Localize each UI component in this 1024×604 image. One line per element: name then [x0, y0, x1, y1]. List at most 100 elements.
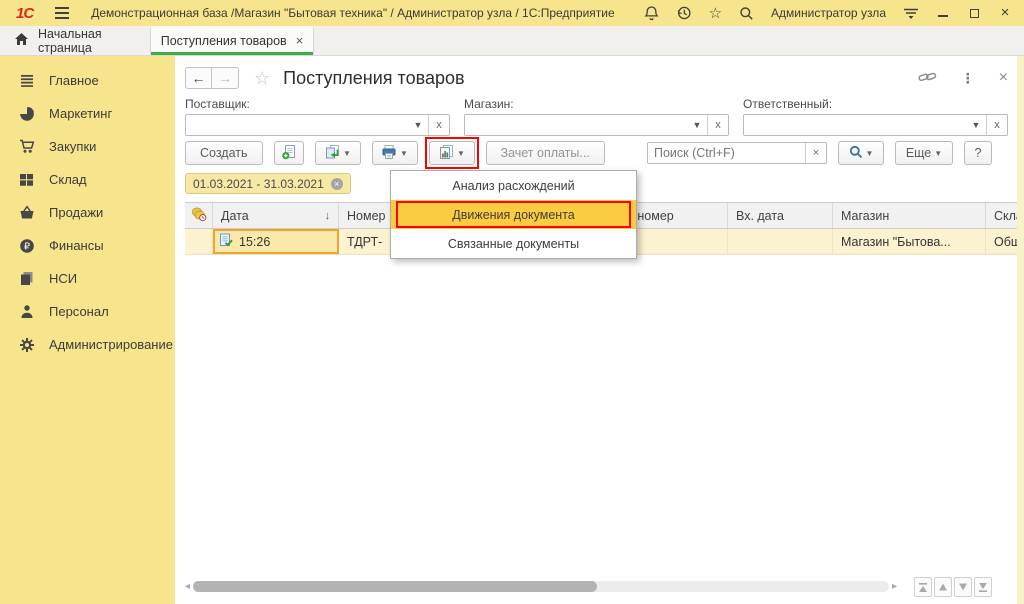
document-reports-button[interactable]: ▼ [429, 141, 475, 165]
store-filter-input[interactable] [465, 115, 687, 135]
tab-close-icon[interactable]: × [296, 33, 304, 48]
tab-goods-receipts[interactable]: Поступления товаров × [150, 26, 314, 55]
magnifier-icon [849, 145, 863, 162]
dropdown-caret-icon: ▼ [457, 149, 465, 158]
grid-boxes-icon [18, 173, 35, 187]
scroll-right-icon[interactable]: ▸ [892, 581, 897, 592]
svg-text:₽: ₽ [23, 241, 29, 252]
menu-item-document-movements[interactable]: Движения документа [391, 200, 636, 229]
responsible-clear-icon[interactable]: x [986, 115, 1007, 135]
current-user[interactable]: Администратор узла [771, 6, 886, 20]
close-form-icon[interactable]: × [999, 69, 1008, 87]
sidebar-item-administration[interactable]: Администрирование [0, 328, 175, 361]
row-store-cell[interactable]: Магазин "Бытова... [833, 229, 986, 254]
document-plus-icon [281, 144, 297, 163]
forward-button[interactable]: → [212, 67, 239, 89]
sidebar-item-sales[interactable]: Продажи [0, 196, 175, 229]
ruble-circle-icon: ₽ [18, 238, 35, 254]
posted-document-icon [219, 233, 233, 250]
create-button[interactable]: Создать [185, 141, 263, 165]
dropdown-caret-icon: ▼ [343, 149, 351, 158]
printer-icon [381, 144, 397, 163]
reports-dropdown-menu: Анализ расхождений Движения документа Св… [390, 170, 637, 259]
sidebar-item-nsi[interactable]: НСИ [0, 262, 175, 295]
column-header-status[interactable] [185, 203, 213, 228]
sidebar-item-marketing[interactable]: Маркетинг [0, 97, 175, 130]
right-edge-strip [1017, 56, 1024, 604]
dropdown-caret-icon: ▼ [400, 149, 408, 158]
close-window-button[interactable]: × [998, 6, 1012, 20]
supplier-filter-input[interactable] [186, 115, 408, 135]
minimize-button[interactable] [936, 6, 950, 20]
page-down-button[interactable] [954, 577, 972, 597]
sidebar-item-staff[interactable]: Персонал [0, 295, 175, 328]
pie-chart-icon [18, 106, 35, 122]
period-filter-chip[interactable]: 01.03.2021 - 31.03.2021 × [185, 173, 351, 194]
horizontal-scrollbar[interactable]: ◂ ▸ [185, 581, 897, 592]
window-title: Демонстрационная база /Магазин "Бытовая … [91, 6, 615, 20]
column-header-store[interactable]: Магазин [833, 203, 986, 228]
form-area: ← → ☆ Поступления товаров ⋮ × Поставщик:… [175, 56, 1024, 604]
more-actions-kebab-icon[interactable]: ⋮ [961, 70, 975, 87]
scrollbar-thumb[interactable] [193, 581, 597, 592]
app-window: 1С Демонстрационная база /Магазин "Бытов… [0, 0, 1024, 604]
sidebar-item-warehouse[interactable]: Склад [0, 163, 175, 196]
responsible-filter-input[interactable] [744, 115, 966, 135]
responsible-filter-combo: ▼ x [743, 114, 1008, 136]
scrollbar-track[interactable] [193, 581, 889, 592]
help-button[interactable]: ? [964, 141, 992, 165]
go-to-first-button[interactable] [914, 577, 932, 597]
get-link-icon[interactable] [918, 70, 937, 87]
row-status-cell[interactable] [185, 229, 213, 254]
tab-home-page[interactable]: Начальная страница [0, 26, 150, 55]
store-clear-icon[interactable]: x [707, 115, 728, 135]
row-warehouse-cell[interactable]: Общи [986, 229, 1017, 254]
back-button[interactable]: ← [185, 67, 212, 89]
go-to-last-button[interactable] [974, 577, 992, 597]
notifications-bell-icon[interactable] [644, 5, 659, 21]
main-menu-icon[interactable] [55, 7, 69, 19]
column-header-warehouse[interactable]: Склад [986, 203, 1017, 228]
menu-item-related-documents[interactable]: Связанные документы [391, 229, 636, 258]
column-header-date[interactable]: Дата ↓ [213, 203, 339, 228]
more-button[interactable]: Еще ▼ [895, 141, 953, 165]
maximize-button[interactable] [967, 6, 981, 20]
based-on-document-icon [324, 144, 340, 163]
sections-panel: Главное Маркетинг Закупки Склад Продажи … [0, 56, 175, 604]
basket-icon [18, 205, 35, 220]
history-icon[interactable] [676, 5, 692, 21]
store-filter-combo: ▼ x [464, 114, 729, 136]
supplier-dropdown-caret-icon[interactable]: ▼ [408, 115, 428, 135]
column-header-incoming-date[interactable]: Вх. дата [728, 203, 833, 228]
create-based-on-button[interactable]: ▼ [315, 141, 361, 165]
home-icon [14, 32, 29, 49]
sidebar-item-purchases[interactable]: Закупки [0, 130, 175, 163]
create-by-copy-button[interactable] [274, 141, 304, 165]
page-up-button[interactable] [934, 577, 952, 597]
service-menu-icon[interactable] [903, 7, 919, 20]
tab-home-label: Начальная страница [38, 27, 150, 55]
search-input[interactable] [648, 143, 805, 163]
favorites-star-icon[interactable]: ☆ [709, 4, 722, 22]
menu-lines-icon [18, 74, 35, 88]
row-date-cell[interactable]: 15:26 [213, 229, 339, 254]
chip-remove-icon[interactable]: × [331, 178, 343, 190]
person-icon [18, 304, 35, 319]
search-clear-icon[interactable]: × [805, 143, 826, 163]
sidebar-item-finance[interactable]: ₽ Финансы [0, 229, 175, 262]
responsible-dropdown-caret-icon[interactable]: ▼ [966, 115, 986, 135]
sidebar-item-main[interactable]: Главное [0, 64, 175, 97]
scroll-left-icon[interactable]: ◂ [185, 581, 190, 592]
menu-item-discrepancy-analysis[interactable]: Анализ расхождений [391, 171, 636, 200]
add-to-favorites-star-icon[interactable]: ☆ [254, 68, 270, 89]
dropdown-caret-icon: ▼ [866, 149, 874, 158]
offset-payment-button[interactable]: Зачет оплаты... [486, 141, 605, 165]
global-search-icon[interactable] [739, 6, 754, 21]
1c-logo: 1С [16, 5, 33, 22]
supplier-clear-icon[interactable]: x [428, 115, 449, 135]
tab-bar: Начальная страница Поступления товаров × [0, 26, 1024, 56]
print-button[interactable]: ▼ [372, 141, 418, 165]
store-dropdown-caret-icon[interactable]: ▼ [687, 115, 707, 135]
advanced-search-button[interactable]: ▼ [838, 141, 884, 165]
row-incoming-date-cell[interactable] [728, 229, 833, 254]
